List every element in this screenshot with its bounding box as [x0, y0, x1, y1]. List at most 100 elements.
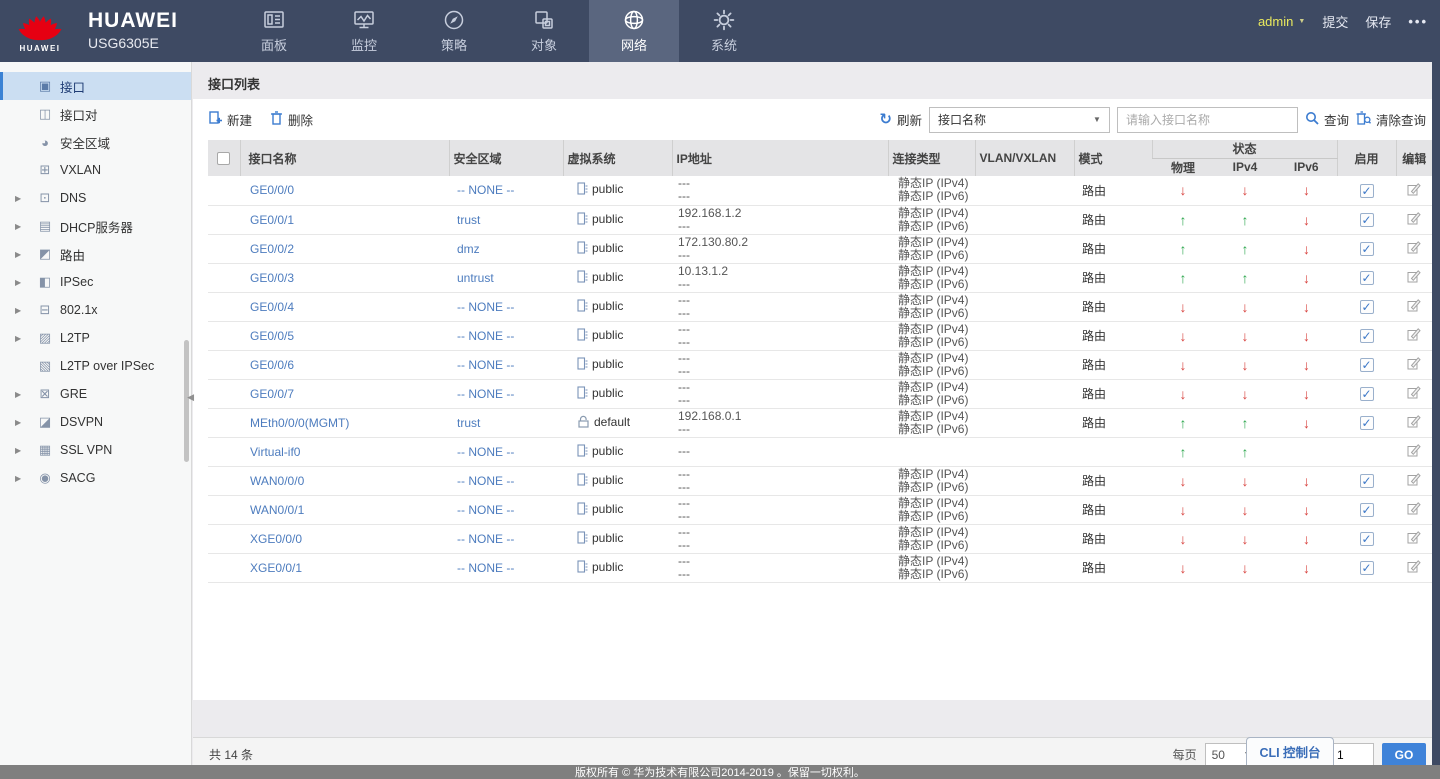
- sidebar-item-gre[interactable]: ▶ ⊠ GRE: [0, 380, 191, 408]
- edit-icon[interactable]: [1407, 501, 1421, 518]
- page-number-input[interactable]: [1328, 742, 1374, 767]
- edit-icon[interactable]: [1407, 414, 1421, 431]
- delete-button[interactable]: 删除: [270, 110, 313, 129]
- enable-checkbox[interactable]: ✓: [1359, 183, 1374, 198]
- interface-link[interactable]: WAN0/0/1: [250, 503, 304, 517]
- tab-monitor[interactable]: 监控: [319, 0, 409, 62]
- cli-console-button[interactable]: CLI 控制台: [1246, 737, 1334, 765]
- interface-link[interactable]: GE0/0/7: [250, 387, 294, 401]
- edit-icon[interactable]: [1407, 559, 1421, 576]
- enable-checkbox[interactable]: ✓: [1359, 241, 1374, 256]
- save-button[interactable]: 保存: [1365, 12, 1391, 31]
- zone-link[interactable]: -- NONE --: [457, 358, 514, 372]
- edit-icon[interactable]: [1407, 327, 1421, 344]
- zone-link[interactable]: trust: [457, 416, 480, 430]
- enable-checkbox[interactable]: ✓: [1359, 531, 1374, 546]
- enable-checkbox[interactable]: ✓: [1359, 415, 1374, 430]
- sidebar-collapse-icon[interactable]: ◀: [187, 392, 194, 403]
- select-all-checkbox[interactable]: [217, 152, 231, 166]
- zone-link[interactable]: trust: [457, 213, 480, 227]
- interface-link[interactable]: GE0/0/5: [250, 329, 294, 343]
- expand-arrow-icon[interactable]: ▶: [15, 278, 25, 287]
- edit-icon[interactable]: [1407, 298, 1421, 315]
- filter-field-select[interactable]: 接口名称 ▼: [928, 106, 1110, 133]
- interface-link[interactable]: Virtual-if0: [250, 445, 300, 459]
- interface-link[interactable]: GE0/0/4: [250, 300, 294, 314]
- zone-link[interactable]: -- NONE --: [457, 387, 514, 401]
- interface-link[interactable]: GE0/0/3: [250, 271, 294, 285]
- refresh-button[interactable]: ↻ 刷新: [879, 110, 922, 129]
- expand-arrow-icon[interactable]: ▶: [15, 194, 25, 203]
- expand-arrow-icon[interactable]: ▶: [15, 474, 25, 483]
- interface-link[interactable]: GE0/0/6: [250, 358, 294, 372]
- tab-network[interactable]: 网络: [589, 0, 679, 62]
- interface-link[interactable]: XGE0/0/1: [250, 561, 302, 575]
- search-input[interactable]: [1116, 106, 1298, 133]
- enable-checkbox[interactable]: ✓: [1359, 299, 1374, 314]
- query-button[interactable]: 查询: [1305, 110, 1349, 129]
- sidebar-item-ipsec[interactable]: ▶ ◧ IPSec: [0, 268, 191, 296]
- tab-system[interactable]: 系统: [679, 0, 769, 62]
- sidebar-item-l2tp[interactable]: ▶ ▨ L2TP: [0, 324, 191, 352]
- zone-link[interactable]: -- NONE --: [457, 561, 514, 575]
- sidebar-item-vxlan[interactable]: ⊞ VXLAN: [0, 156, 191, 184]
- sidebar-item-dns[interactable]: ▶ ⊡ DNS: [0, 184, 191, 212]
- edit-icon[interactable]: [1407, 443, 1421, 460]
- expand-arrow-icon[interactable]: ▶: [15, 334, 25, 343]
- zone-link[interactable]: -- NONE --: [457, 183, 514, 197]
- sidebar-item-interface[interactable]: ▣ 接口: [0, 72, 191, 100]
- expand-arrow-icon[interactable]: ▶: [15, 418, 25, 427]
- submit-button[interactable]: 提交: [1322, 12, 1348, 31]
- sidebar-item-dsvpn[interactable]: ▶ ◪ DSVPN: [0, 408, 191, 436]
- expand-arrow-icon[interactable]: ▶: [15, 446, 25, 455]
- zone-link[interactable]: -- NONE --: [457, 503, 514, 517]
- enable-checkbox[interactable]: ✓: [1359, 357, 1374, 372]
- sidebar-item-sslvpn[interactable]: ▶ ▦ SSL VPN: [0, 436, 191, 464]
- edit-icon[interactable]: [1407, 240, 1421, 257]
- clear-query-button[interactable]: 清除查询: [1356, 110, 1426, 129]
- edit-icon[interactable]: [1407, 530, 1421, 547]
- tab-dashboard[interactable]: 面板: [229, 0, 319, 62]
- more-menu-icon[interactable]: •••: [1408, 14, 1428, 29]
- enable-checkbox[interactable]: ✓: [1359, 212, 1374, 227]
- sidebar-item-route[interactable]: ▶ ◩ 路由: [0, 240, 191, 268]
- expand-arrow-icon[interactable]: ▶: [15, 390, 25, 399]
- enable-checkbox[interactable]: ✓: [1359, 502, 1374, 517]
- edit-icon[interactable]: [1407, 211, 1421, 228]
- interface-link[interactable]: MEth0/0/0(MGMT): [250, 416, 349, 430]
- zone-link[interactable]: -- NONE --: [457, 474, 514, 488]
- zone-link[interactable]: dmz: [457, 242, 480, 256]
- sidebar-item-l2tp-ipsec[interactable]: ▧ L2TP over IPSec: [0, 352, 191, 380]
- sidebar-item-dhcp[interactable]: ▶ ▤ DHCP服务器: [0, 212, 191, 240]
- sidebar-item-dot1x[interactable]: ▶ ⊟ 802.1x: [0, 296, 191, 324]
- zone-link[interactable]: -- NONE --: [457, 445, 514, 459]
- zone-link[interactable]: -- NONE --: [457, 329, 514, 343]
- interface-link[interactable]: GE0/0/1: [250, 213, 294, 227]
- expand-arrow-icon[interactable]: ▶: [15, 306, 25, 315]
- expand-arrow-icon[interactable]: ▶: [15, 222, 25, 231]
- tab-object[interactable]: 对象: [499, 0, 589, 62]
- edit-icon[interactable]: [1407, 472, 1421, 489]
- enable-checkbox[interactable]: ✓: [1359, 386, 1374, 401]
- admin-menu[interactable]: admin ▼: [1258, 14, 1305, 29]
- edit-icon[interactable]: [1407, 269, 1421, 286]
- edit-icon[interactable]: [1407, 385, 1421, 402]
- interface-link[interactable]: GE0/0/0: [250, 183, 294, 197]
- sidebar-item-interface-pair[interactable]: ◫ 接口对: [0, 100, 191, 128]
- enable-checkbox[interactable]: ✓: [1359, 328, 1374, 343]
- new-button[interactable]: 新建: [208, 110, 252, 129]
- enable-checkbox[interactable]: ✓: [1359, 473, 1374, 488]
- interface-link[interactable]: XGE0/0/0: [250, 532, 302, 546]
- interface-link[interactable]: GE0/0/2: [250, 242, 294, 256]
- zone-link[interactable]: -- NONE --: [457, 300, 514, 314]
- zone-link[interactable]: untrust: [457, 271, 494, 285]
- sidebar-item-security-zone[interactable]: ◕ 安全区域: [0, 128, 191, 156]
- interface-link[interactable]: WAN0/0/0: [250, 474, 304, 488]
- edit-icon[interactable]: [1407, 182, 1421, 199]
- edit-icon[interactable]: [1407, 356, 1421, 373]
- sidebar-item-sacg[interactable]: ▶ ◉ SACG: [0, 464, 191, 492]
- expand-arrow-icon[interactable]: ▶: [15, 250, 25, 259]
- zone-link[interactable]: -- NONE --: [457, 532, 514, 546]
- enable-checkbox[interactable]: ✓: [1359, 270, 1374, 285]
- tab-policy[interactable]: 策略: [409, 0, 499, 62]
